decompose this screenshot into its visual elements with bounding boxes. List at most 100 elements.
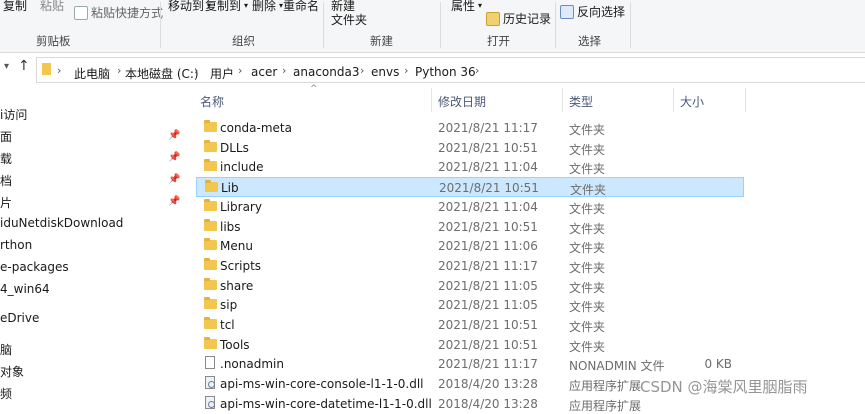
file-row[interactable]: include 2021/8/21 11:04 文件夹 [196,157,744,177]
folder-icon [204,218,217,231]
file-name: Menu [220,239,253,254]
nav-item-win64[interactable]: 4_win64 [0,282,50,296]
delete-button[interactable]: 删除 ▾ [252,0,283,14]
invert-selection-button[interactable]: 反向选择 [560,3,625,20]
breadcrumb-separator-icon: › [117,64,122,77]
breadcrumb-separator-icon: › [282,64,287,77]
file-row[interactable]: Tools 2021/8/21 10:51 文件夹 [196,335,744,355]
file-row[interactable]: DLLs 2021/8/21 10:51 文件夹 [196,138,744,158]
pin-icon: 📌 [168,152,181,163]
file-type: 文件夹 [569,260,606,275]
move-to-label: 移动到 [168,0,205,13]
pin-icon: 📌 [168,174,181,185]
breadcrumb-this-pc[interactable]: 此电脑 [74,65,110,82]
properties-button[interactable]: 属性 ▾ [451,0,482,14]
history-label: 历史记录 [503,12,552,26]
pin-icon: 📌 [168,130,181,141]
nav-item-this-pc[interactable]: 脑 [0,341,12,358]
file-date: 2021/8/21 11:05 [438,298,538,313]
nav-item-quick-access[interactable]: i访问 [0,106,27,123]
nav-item-3d-objects[interactable]: 对象 [0,363,24,380]
column-divider[interactable] [673,88,674,112]
file-row[interactable]: tcl 2021/8/21 10:51 文件夹 [196,315,744,335]
breadcrumb-python36[interactable]: Python 36 [415,65,476,79]
file-type: 文件夹 [569,241,606,256]
file-row[interactable]: .nonadmin 2021/8/21 11:17 NONADMIN 文件 0 KB [196,354,744,374]
column-header-name[interactable]: 名称 [200,93,224,110]
ribbon-separator [323,2,324,48]
paste-shortcut-button[interactable]: 粘贴快捷方式 [74,4,163,21]
nav-item-python[interactable]: rthon [0,238,32,252]
breadcrumb-users[interactable]: 用户 [210,65,234,82]
file-row[interactable]: Lib 2021/8/21 10:51 文件夹 [196,177,744,198]
column-divider[interactable] [431,88,432,112]
folder-icon [204,297,217,310]
file-row[interactable]: Library 2021/8/21 11:04 文件夹 [196,197,744,217]
file-type: 文件夹 [569,320,606,334]
nav-item-onedrive[interactable]: eDrive [0,311,39,325]
history-icon [486,11,500,26]
new-folder-button-line2[interactable]: 文件夹 [331,11,367,28]
file-row[interactable]: conda-meta 2021/8/21 11:17 文件夹 [196,118,744,138]
breadcrumb-separator-icon: › [404,64,409,77]
file-type: 文件夹 [569,142,606,157]
breadcrumb-separator-icon: › [194,64,199,77]
nav-item-site-packages[interactable]: e-packages [0,260,69,274]
folder-icon [204,120,217,132]
nav-item-downloads[interactable]: 载 [0,150,12,167]
address-bar[interactable]: › 此电脑 › 本地磁盘 (C:) › 用户 › acer › anaconda… [36,57,865,83]
folder-icon [42,63,51,75]
file-row[interactable]: Scripts 2021/8/21 11:17 文件夹 [196,256,744,276]
file-type: 应用程序扩展 [569,379,642,394]
file-name: include [220,160,264,175]
file-row[interactable]: sip 2021/8/21 11:05 文件夹 [196,295,744,315]
breadcrumb-envs[interactable]: envs [371,65,399,79]
copy-button[interactable]: 复制 [3,0,27,14]
file-row[interactable]: share 2021/8/21 11:05 文件夹 [196,276,744,296]
dll-file-icon [205,376,215,390]
nav-item-documents[interactable]: 档 [0,172,12,189]
delete-label: 删除 [252,0,277,13]
file-row[interactable]: Menu 2021/8/21 11:06 文件夹 [196,236,744,256]
file-date: 2021/8/21 10:51 [438,219,538,234]
breadcrumb-local-disk[interactable]: 本地磁盘 (C:) [125,65,199,82]
watermark: CSDN @海棠风里胭脂雨 [640,378,808,396]
history-button[interactable]: 历史记录 [486,10,551,27]
file-type: 文件夹 [569,300,606,315]
column-header-size[interactable]: 大小 [680,93,704,110]
up-arrow-icon[interactable]: ↑ [18,58,30,74]
file-row[interactable]: libs 2021/8/21 10:51 文件夹 [196,217,744,237]
recent-locations-chevron-icon[interactable]: ▾ [4,61,9,72]
column-divider[interactable] [745,88,746,112]
paste-button[interactable]: 粘贴 [40,0,64,14]
column-header-type[interactable]: 类型 [569,93,593,110]
breadcrumb-acer[interactable]: acer [251,65,277,79]
nav-item-videos[interactable]: 频 [0,385,12,402]
file-date: 2021/8/21 11:17 [438,258,538,273]
folder-icon [204,238,217,251]
breadcrumb-anaconda3[interactable]: anaconda3 [293,65,359,79]
nav-item-baidunetdisk[interactable]: iduNetdiskDownload [0,216,123,230]
folder-icon [204,159,217,172]
column-divider[interactable] [562,88,563,112]
file-name: share [220,278,254,293]
ribbon: 复制 粘贴 粘贴快捷方式 剪贴板 移动到 ▾ 复制到 ▾ 删除 ▾ 重命名 组织… [0,0,865,53]
copy-label: 复制 [3,0,28,13]
file-date: 2021/8/21 11:04 [438,199,538,214]
ribbon-separator [160,2,161,48]
file-name: api-ms-win-core-console-l1-1-0.dll [220,377,424,392]
nav-item-desktop[interactable]: 面 [0,128,12,145]
nav-item-pictures[interactable]: 片 [0,194,12,211]
folder-icon [204,317,217,329]
copy-to-button[interactable]: 复制到 ▾ [205,0,248,14]
file-date: 2021/8/21 10:51 [439,181,539,196]
column-header-date[interactable]: 修改日期 [438,93,486,110]
breadcrumb-separator-icon: › [57,64,62,77]
file-date: 2018/4/20 13:28 [438,396,538,411]
paste-shortcut-label: 粘贴快捷方式 [91,6,164,20]
folder-icon [204,257,217,270]
rename-button[interactable]: 重命名 [283,0,319,14]
invert-selection-icon [560,4,574,19]
sort-ascending-icon: ^ [310,84,318,94]
group-label-clipboard: 剪贴板 [36,34,71,48]
